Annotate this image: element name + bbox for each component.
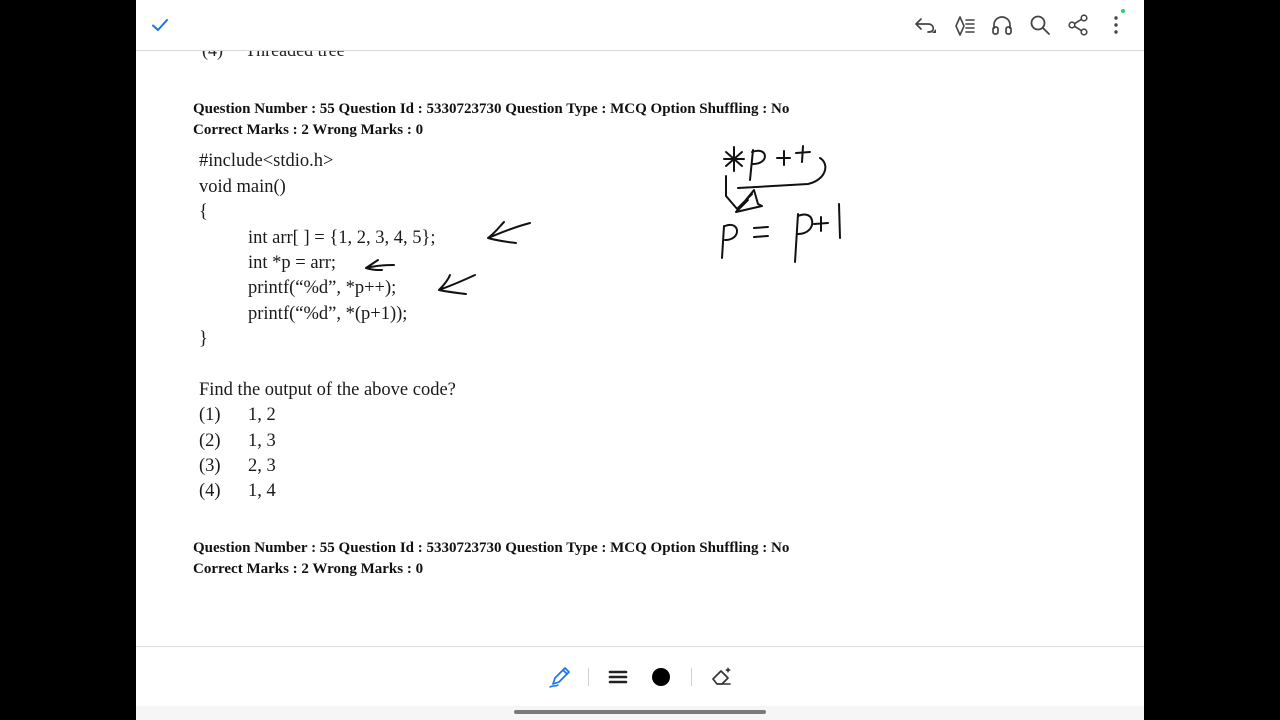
status-dot: [1121, 9, 1125, 13]
menu-lines-icon[interactable]: [605, 664, 631, 690]
next-question-meta: Question Number : 55 Question Id : 53307…: [193, 538, 789, 580]
ink-bracket: [725, 175, 749, 211]
code-line: }: [199, 329, 208, 349]
code-line: #include<stdio.h>: [199, 151, 334, 171]
option-number: (3): [199, 456, 221, 476]
next-question-meta-line1: Question Number : 55 Question Id : 53307…: [193, 540, 790, 556]
ink-plus: [776, 150, 791, 166]
code-line: void main(): [199, 177, 286, 197]
toolbar-separator: [691, 668, 692, 686]
eraser-icon[interactable]: [708, 664, 734, 690]
ink-letter-p: [721, 223, 738, 259]
bottom-toolbar: [136, 646, 1144, 707]
home-indicator[interactable]: [514, 710, 766, 714]
option-text: 1, 3: [248, 431, 276, 451]
code-line: {: [199, 202, 208, 222]
option-number: (4): [199, 481, 221, 501]
code-line: int *p = arr;: [248, 253, 337, 273]
read-aloud-icon[interactable]: [952, 13, 976, 37]
toolbar-separator: [588, 668, 589, 686]
ink-arrow: [487, 221, 531, 244]
pdf-page: (4) Threaded tree Question Number : 55 Q…: [136, 0, 1144, 720]
system-nav-bar: [136, 706, 1144, 720]
ink-arrowhead: [735, 189, 763, 213]
ink-plus: [813, 216, 829, 232]
option-text: 1, 4: [248, 481, 276, 501]
question-meta-line1: Question Number : 55 Question Id : 53307…: [193, 101, 790, 117]
code-line: int arr[ ] = {1, 2, 3, 4, 5};: [248, 228, 436, 248]
document-area[interactable]: (4) Threaded tree Question Number : 55 Q…: [136, 0, 1144, 646]
next-question-meta-line2: Correct Marks : 2 Wrong Marks : 0: [193, 561, 424, 577]
code-line: printf(“%d”, *p++);: [248, 278, 397, 298]
option-number: (1): [199, 405, 221, 425]
ink-hook: [737, 157, 827, 189]
check-icon[interactable]: [148, 13, 172, 37]
option-text: 1, 2: [248, 405, 276, 425]
share-icon[interactable]: [1066, 13, 1090, 37]
undo-icon[interactable]: [913, 13, 937, 37]
ink-plus: [795, 145, 811, 163]
headphones-icon[interactable]: [990, 13, 1014, 37]
ink-asterisk: [723, 146, 745, 172]
ink-letter-p: [749, 149, 766, 181]
ink-arrow: [438, 274, 476, 295]
code-line: printf(“%d”, *(p+1));: [248, 304, 408, 324]
ink-one: [838, 203, 841, 239]
search-icon[interactable]: [1028, 13, 1052, 37]
question-text: Find the output of the above code?: [199, 380, 456, 400]
question-meta-line2: Correct Marks : 2 Wrong Marks : 0: [193, 122, 424, 138]
question-meta: Question Number : 55 Question Id : 53307…: [193, 99, 789, 141]
color-dot-icon[interactable]: [648, 664, 674, 690]
more-vertical-icon[interactable]: [1104, 13, 1128, 37]
pen-icon[interactable]: [547, 664, 573, 690]
option-text: 2, 3: [248, 456, 276, 476]
top-toolbar: [136, 0, 1144, 51]
ink-letter-p: [794, 213, 814, 263]
ink-arrow: [365, 259, 395, 271]
option-number: (2): [199, 431, 221, 451]
ink-equals: [753, 226, 769, 238]
